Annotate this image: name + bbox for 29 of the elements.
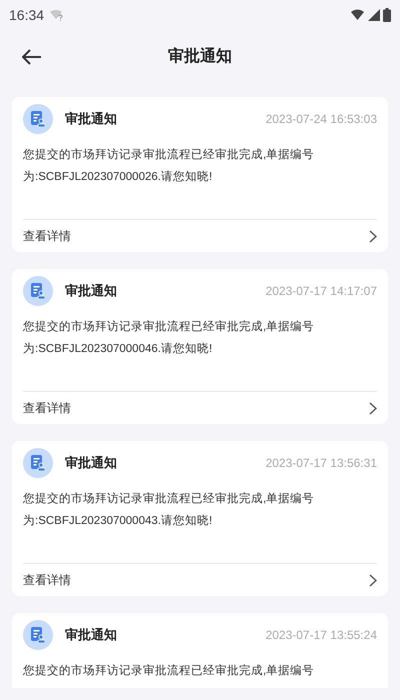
- view-details-link[interactable]: 查看详情: [23, 227, 377, 245]
- document-icon: [23, 448, 53, 478]
- document-icon: [23, 276, 53, 306]
- notification-title: 审批通知: [65, 454, 117, 472]
- notification-title: 审批通知: [65, 282, 117, 300]
- chevron-right-icon: [369, 574, 377, 586]
- status-time: 16:34: [9, 6, 44, 24]
- document-icon: [23, 104, 53, 134]
- battery-icon: [383, 8, 391, 22]
- notification-message: 您提交的市场拜访记录审批流程已经审批完成,单据编号为:SCBFJL202307000043.请您知晓!: [23, 491, 316, 529]
- chevron-right-icon: [369, 230, 377, 242]
- back-arrow-icon: [22, 49, 42, 65]
- notification-message: 您提交的市场拜访记录审批流程已经审批完成,单据编号: [23, 663, 316, 679]
- document-icon: [23, 620, 53, 650]
- notification-message: 您提交的市场拜访记录审批流程已经审批完成,单据编号为:SCBFJL202307000046.请您知晓!: [23, 319, 316, 357]
- page-title: 审批通知: [168, 46, 232, 67]
- notification-time: 2023-07-17 13:56:31: [266, 455, 377, 472]
- wifi-icon: [351, 9, 365, 21]
- notification-title: 审批通知: [65, 110, 117, 128]
- notification-time: 2023-07-24 16:53:03: [266, 111, 377, 128]
- notification-message: 您提交的市场拜访记录审批流程已经审批完成,单据编号为:SCBFJL202307000026.请您知晓!: [23, 147, 316, 185]
- notification-time: 2023-07-17 14:17:07: [266, 283, 377, 300]
- wifi-question-icon: [50, 9, 64, 21]
- notification-title: 审批通知: [65, 626, 117, 644]
- chevron-right-icon: [369, 402, 377, 414]
- view-details-link[interactable]: 查看详情: [23, 399, 377, 417]
- signal-icon: [368, 9, 380, 21]
- view-details-link[interactable]: 查看详情: [23, 571, 377, 589]
- notification-time: 2023-07-17 13:55:24: [266, 627, 377, 644]
